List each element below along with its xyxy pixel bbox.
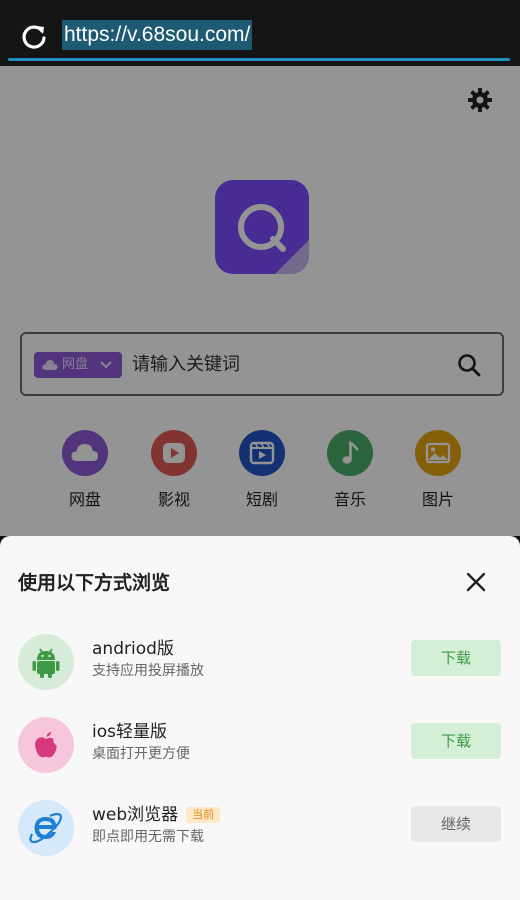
- reload-icon[interactable]: [20, 22, 48, 50]
- download-ios-button[interactable]: 下载: [411, 723, 501, 759]
- option-android: andriod版 支持应用投屏播放 下载: [0, 628, 520, 698]
- option-name: andriod版: [92, 639, 174, 659]
- current-badge: 当前: [186, 807, 221, 823]
- option-description: 支持应用投屏播放: [92, 663, 204, 679]
- android-icon: [18, 634, 74, 690]
- url-field[interactable]: https://v.68sou.com/: [62, 20, 253, 50]
- option-description: 桌面打开更方便: [92, 746, 190, 762]
- continue-web-button[interactable]: 继续: [411, 806, 501, 842]
- apple-icon: [18, 717, 74, 773]
- sheet-title: 使用以下方式浏览: [18, 572, 171, 594]
- browse-options-sheet: 使用以下方式浏览 andriod版 支持应用投屏播放 下载 ios轻量版 桌面打…: [0, 536, 520, 900]
- modal-overlay[interactable]: [0, 66, 520, 536]
- option-ios: ios轻量版 桌面打开更方便 下载: [0, 711, 520, 781]
- option-name-text: web浏览器: [92, 805, 179, 825]
- option-name: ios轻量版: [92, 722, 167, 742]
- url-text: https://v.68sou.com/: [62, 20, 253, 50]
- url-underline: [8, 58, 510, 61]
- option-description: 即点即用无需下载: [92, 829, 204, 845]
- address-bar: https://v.68sou.com/: [0, 0, 520, 66]
- option-web: web浏览器 当前 即点即用无需下载 继续: [0, 794, 520, 864]
- option-name: web浏览器 当前: [92, 800, 221, 825]
- close-icon[interactable]: [464, 570, 488, 594]
- ie-browser-icon: [18, 800, 74, 856]
- download-android-button[interactable]: 下载: [411, 640, 501, 676]
